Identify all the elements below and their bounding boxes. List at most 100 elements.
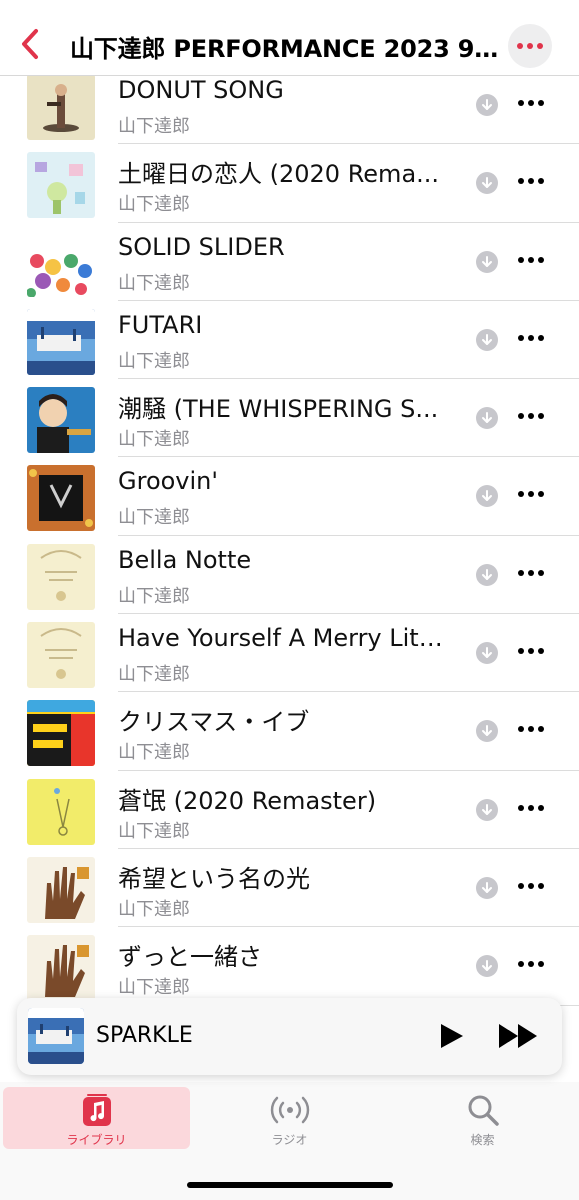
tab-radio-label: ラジオ — [271, 1133, 308, 1147]
download-button[interactable] — [476, 955, 498, 978]
song-more-button[interactable] — [516, 100, 546, 106]
song-row[interactable]: クリスマス・イブ 山下達郎 — [0, 692, 579, 771]
tab-library-label: ライブラリ — [66, 1133, 127, 1147]
download-button[interactable] — [476, 642, 498, 665]
now-playing-title: SPARKLE — [96, 1023, 193, 1048]
song-title: FUTARI — [118, 310, 203, 339]
song-row[interactable]: 土曜日の恋人 (2020 Rema... 山下達郎 — [0, 144, 579, 223]
song-more-button[interactable] — [516, 804, 546, 811]
tab-library[interactable]: ライブラリ — [3, 1087, 190, 1149]
song-more-button[interactable] — [516, 882, 546, 889]
album-artwork — [27, 622, 95, 689]
song-artist: 山下達郎 — [118, 507, 190, 529]
album-artwork — [27, 543, 95, 610]
ellipsis-dot — [528, 334, 534, 341]
song-row[interactable]: 希望という名の光 山下達郎 — [0, 849, 579, 928]
song-more-button[interactable] — [516, 334, 546, 341]
song-list: DONUT SONG 山下達郎 土曜日の恋人 (2020 Rema... 山下達… — [0, 66, 579, 1006]
song-more-button[interactable] — [516, 256, 546, 263]
search-icon — [468, 1095, 499, 1126]
song-row[interactable]: FUTARI 山下達郎 — [0, 301, 579, 380]
song-row[interactable]: 蒼氓 (2020 Remaster) 山下達郎 — [0, 771, 579, 849]
song-artist: 山下達郎 — [118, 585, 190, 607]
album-artwork — [27, 74, 95, 140]
ellipsis-dot — [527, 43, 533, 49]
album-artwork — [27, 856, 95, 923]
ellipsis-dot — [528, 648, 534, 655]
download-button[interactable] — [476, 407, 498, 430]
song-title: Groovin' — [118, 467, 218, 496]
download-button[interactable] — [476, 720, 498, 743]
ellipsis-icon — [518, 882, 524, 889]
album-artwork — [27, 465, 95, 532]
back-button[interactable] — [12, 26, 48, 62]
song-more-button[interactable] — [516, 178, 546, 185]
download-button[interactable] — [476, 250, 498, 273]
song-artist: 山下達郎 — [118, 898, 190, 920]
song-more-button[interactable] — [516, 961, 546, 968]
ellipsis-icon — [518, 804, 524, 811]
download-button[interactable] — [476, 172, 498, 195]
tab-search[interactable]: 検索 — [389, 1087, 576, 1149]
song-row[interactable]: Bella Notte 山下達郎 — [0, 536, 579, 615]
song-more-button[interactable] — [516, 726, 546, 733]
song-artist: 山下達郎 — [118, 977, 190, 999]
song-row[interactable]: DONUT SONG 山下達郎 — [0, 66, 579, 145]
ellipsis-dot — [528, 804, 534, 811]
song-title: 蒼氓 (2020 Remaster) — [118, 786, 377, 815]
ellipsis-dot — [538, 413, 544, 420]
album-artwork — [27, 152, 95, 219]
song-artist: 山下達郎 — [118, 820, 190, 842]
mini-player[interactable]: SPARKLE — [17, 998, 562, 1075]
tab-radio[interactable]: ラジオ — [196, 1087, 383, 1149]
song-artist: 山下達郎 — [118, 194, 190, 216]
download-button[interactable] — [476, 485, 498, 508]
download-arrow-icon — [482, 177, 492, 189]
song-artist: 山下達郎 — [118, 429, 190, 451]
more-options-button[interactable] — [508, 24, 552, 68]
song-more-button[interactable] — [516, 491, 546, 498]
ellipsis-dot — [538, 178, 544, 185]
song-row[interactable]: SOLID SLIDER 山下達郎 — [0, 223, 579, 301]
home-indicator — [187, 1182, 393, 1188]
download-button[interactable] — [476, 798, 498, 821]
song-title: ずっと一緒さ — [118, 943, 262, 972]
song-title: SOLID SLIDER — [118, 232, 285, 261]
song-more-button[interactable] — [516, 413, 546, 420]
song-row[interactable]: Groovin' 山下達郎 — [0, 457, 579, 536]
song-row[interactable]: 潮騒 (THE WHISPERING S... 山下達郎 — [0, 379, 579, 458]
ellipsis-dot — [528, 961, 534, 968]
download-arrow-icon — [482, 881, 492, 893]
ellipsis-icon — [518, 178, 524, 185]
now-playing-artwork — [28, 1008, 84, 1064]
next-track-button[interactable] — [497, 1022, 541, 1054]
radio-icon — [270, 1096, 309, 1124]
ellipsis-dot — [538, 100, 544, 106]
download-button[interactable] — [476, 876, 498, 899]
song-title: DONUT SONG — [118, 76, 284, 104]
song-more-button[interactable] — [516, 648, 546, 655]
song-title: Bella Notte — [118, 545, 252, 574]
ellipsis-dot — [538, 256, 544, 263]
play-button[interactable] — [437, 1022, 465, 1054]
album-artwork — [27, 230, 95, 297]
download-button[interactable] — [476, 328, 498, 351]
download-arrow-icon — [482, 412, 492, 424]
song-artist: 山下達郎 — [118, 116, 190, 137]
album-artwork — [27, 387, 95, 454]
song-more-button[interactable] — [516, 569, 546, 576]
song-row[interactable]: Have Yourself A Merry Litt... 山下達郎 — [0, 614, 579, 693]
ellipsis-dot — [528, 178, 534, 185]
album-artwork — [27, 778, 95, 845]
ellipsis-dot — [528, 882, 534, 889]
chevron-left-icon — [22, 29, 38, 59]
ellipsis-dot — [538, 961, 544, 968]
download-button[interactable] — [476, 94, 498, 116]
download-button[interactable] — [476, 563, 498, 586]
ellipsis-icon — [518, 569, 524, 576]
ellipsis-icon — [518, 491, 524, 498]
song-row[interactable]: ずっと一緒さ 山下達郎 — [0, 927, 579, 1006]
ellipsis-dot — [538, 334, 544, 341]
tab-search-label: 検索 — [470, 1133, 495, 1147]
download-arrow-icon — [482, 725, 492, 737]
